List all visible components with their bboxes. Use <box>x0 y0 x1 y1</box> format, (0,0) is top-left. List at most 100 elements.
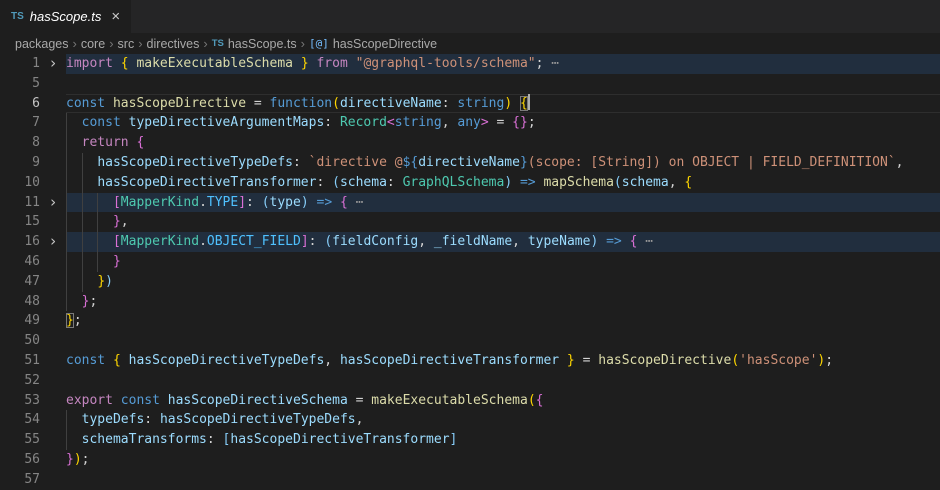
tab-hasscope[interactable]: TS hasScope.ts × <box>0 0 131 33</box>
indent-guide <box>66 410 67 430</box>
code-line[interactable]: 16› [MapperKind.OBJECT_FIELD]: (fieldCon… <box>0 232 940 252</box>
breadcrumb-item-src[interactable]: src <box>118 37 135 51</box>
code-token <box>66 294 82 309</box>
code-token: => <box>598 234 629 249</box>
code-line[interactable]: 53export const hasScopeDirectiveSchema =… <box>0 391 940 411</box>
indent-guide <box>82 252 83 272</box>
line-gutter: 8 <box>0 133 66 153</box>
gutter-spacer <box>40 173 66 193</box>
code-token: ; <box>528 115 536 130</box>
code-token: (scope: [String]) on OBJECT | FIELD_DEFI… <box>528 155 896 170</box>
code-line[interactable]: 52 <box>0 371 940 391</box>
code-line[interactable]: 48 }; <box>0 292 940 312</box>
code-line[interactable]: 6const hasScopeDirective = function(dire… <box>0 94 940 114</box>
code-token: `directive @ <box>309 155 403 170</box>
code-line[interactable]: 57 <box>0 470 940 490</box>
code-token: , <box>512 234 528 249</box>
code-line[interactable]: 51 const { hasScopeDirectiveTypeDefs, has… <box>0 351 940 371</box>
fold-chevron-icon[interactable]: › <box>40 232 66 252</box>
line-number: 51 <box>0 351 40 371</box>
indent-guide <box>66 153 67 173</box>
code-token: fieldConfig <box>332 234 418 249</box>
indent-guide <box>66 113 67 133</box>
code-token: : <box>144 412 160 427</box>
line-gutter: 56 <box>0 450 66 470</box>
gutter-spacer <box>40 74 66 94</box>
code-token: { <box>113 353 129 368</box>
gutter-spacer <box>40 292 66 312</box>
code-token: 'hasScope' <box>739 353 817 368</box>
code-token: } <box>293 56 309 71</box>
line-gutter: 47 <box>0 272 66 292</box>
breadcrumb-item-hasscope-ts[interactable]: TShasScope.ts <box>212 37 297 51</box>
line-gutter: 1› <box>0 54 66 74</box>
code-token: : <box>324 115 340 130</box>
line-number: 55 <box>0 430 40 450</box>
code-line[interactable]: 56}); <box>0 450 940 470</box>
code-line[interactable]: 15 }, <box>0 212 940 232</box>
code-token: hasScopeDirectiveTypeDefs <box>129 353 325 368</box>
fold-chevron-icon[interactable]: › <box>40 193 66 213</box>
code-token: { <box>340 195 348 210</box>
line-number: 50 <box>0 331 40 351</box>
line-gutter: 53 <box>0 391 66 411</box>
line-gutter: 49 <box>0 311 66 331</box>
code-line[interactable]: 10 hasScopeDirectiveTransformer: (schema… <box>0 173 940 193</box>
line-number: 9 <box>0 153 40 173</box>
code-token: , <box>356 412 364 427</box>
indent-guide <box>66 173 67 193</box>
gutter-spacer <box>40 430 66 450</box>
code-token: ( <box>324 234 332 249</box>
indent-guide <box>66 232 67 252</box>
code-line[interactable]: 8 return { <box>0 133 940 153</box>
code-line-content: }) <box>66 272 940 292</box>
code-line[interactable]: 55 schemaTransforms: [hasScopeDirectiveT… <box>0 430 940 450</box>
code-token: : <box>387 175 403 190</box>
code-line-content: const { hasScopeDirectiveTypeDefs, hasSc… <box>66 351 940 371</box>
code-line[interactable]: 49}; <box>0 311 940 331</box>
code-token: schema <box>340 175 387 190</box>
gutter-spacer <box>40 351 66 371</box>
line-number: 53 <box>0 391 40 411</box>
close-tab-icon[interactable]: × <box>111 9 120 24</box>
code-line-content: return { <box>66 133 940 153</box>
code-line[interactable]: 54 typeDefs: hasScopeDirectiveTypeDefs, <box>0 410 940 430</box>
code-token: hasScopeDirectiveSchema <box>168 393 348 408</box>
line-gutter: 55 <box>0 430 66 450</box>
fold-chevron-icon[interactable]: › <box>40 54 66 74</box>
gutter-spacer <box>40 311 66 331</box>
code-token: { <box>536 393 544 408</box>
line-gutter: 48 <box>0 292 66 312</box>
code-line[interactable]: 1›import { makeExecutableSchema } from "… <box>0 54 940 74</box>
line-number: 57 <box>0 470 40 490</box>
breadcrumb-item-core[interactable]: core <box>81 37 105 51</box>
code-token: ) <box>504 175 512 190</box>
code-token: makeExecutableSchema <box>136 56 293 71</box>
code-token: => <box>512 175 543 190</box>
code-token: ] <box>301 234 309 249</box>
code-token: typeDefs <box>82 412 145 427</box>
code-token: ; <box>825 353 833 368</box>
code-line[interactable]: 50 <box>0 331 940 351</box>
line-gutter: 9 <box>0 153 66 173</box>
code-token: from <box>309 56 356 71</box>
code-line[interactable]: 46 } <box>0 252 940 272</box>
code-token: : <box>246 195 262 210</box>
breadcrumb-item-hasscopedirective[interactable]: [@]hasScopeDirective <box>309 37 437 51</box>
code-token: hasScopeDirectiveTypeDefs <box>97 155 293 170</box>
indent-guide <box>82 153 83 173</box>
code-line[interactable]: 9 hasScopeDirectiveTypeDefs: `directive … <box>0 153 940 173</box>
code-line[interactable]: 5 <box>0 74 940 94</box>
code-line[interactable]: 7 const typeDirectiveArgumentMaps: Recor… <box>0 113 940 133</box>
breadcrumb-label: hasScope.ts <box>228 37 297 51</box>
code-line[interactable]: 47 }) <box>0 272 940 292</box>
code-line-content: }; <box>66 311 940 331</box>
breadcrumb-item-packages[interactable]: packages <box>15 37 69 51</box>
breadcrumb-item-directives[interactable]: directives <box>147 37 200 51</box>
code-token: [ <box>113 195 121 210</box>
code-editor[interactable]: 1›import { makeExecutableSchema } from "… <box>0 54 940 490</box>
code-line-content <box>66 331 940 351</box>
text-cursor <box>528 94 530 110</box>
breadcrumb-separator-icon: › <box>73 36 77 51</box>
code-line[interactable]: 11› [MapperKind.TYPE]: (type) => { ⋯ <box>0 193 940 213</box>
